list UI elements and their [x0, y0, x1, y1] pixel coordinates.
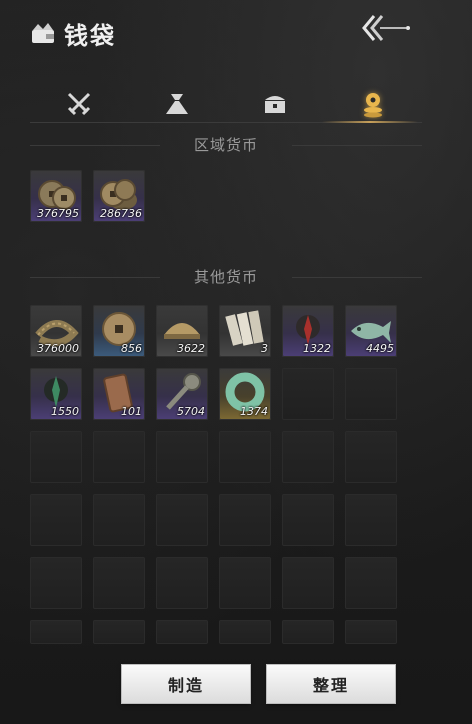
empty-slot[interactable]	[345, 557, 397, 609]
currency-slot[interactable]: 856	[93, 305, 145, 357]
currency-slot[interactable]: 1322	[282, 305, 334, 357]
empty-slot[interactable]	[30, 431, 82, 483]
currency-quantity: 5704	[177, 405, 205, 418]
empty-slot[interactable]	[282, 557, 334, 609]
empty-slot[interactable]	[345, 620, 397, 644]
tab-weapons[interactable]	[30, 86, 128, 122]
other-currency-grid: 376000 856 3622 3 1322 4495 1550 101 570…	[30, 305, 397, 644]
chest-icon	[265, 96, 285, 113]
currency-quantity: 856	[121, 342, 142, 355]
empty-slot[interactable]	[93, 557, 145, 609]
empty-slot[interactable]	[30, 557, 82, 609]
tab-bar	[30, 86, 422, 122]
currency-slot[interactable]: 286736	[93, 170, 145, 222]
empty-slot[interactable]	[156, 557, 208, 609]
empty-slot[interactable]	[282, 494, 334, 546]
empty-slot[interactable]	[219, 557, 271, 609]
currency-slot[interactable]: 1550	[30, 368, 82, 420]
currency-slot[interactable]: 101	[93, 368, 145, 420]
empty-slot[interactable]	[30, 494, 82, 546]
empty-slot[interactable]	[219, 620, 271, 644]
currency-quantity: 286736	[100, 207, 142, 220]
coin-stack-icon	[364, 93, 382, 118]
currency-quantity: 376000	[37, 342, 79, 355]
empty-slot[interactable]	[282, 368, 334, 420]
currency-slot[interactable]: 376795	[30, 170, 82, 222]
section-title-other: 其他货币	[30, 266, 422, 287]
empty-slot[interactable]	[219, 494, 271, 546]
craft-button[interactable]: 制造	[122, 665, 250, 703]
empty-slot[interactable]	[156, 431, 208, 483]
empty-slot[interactable]	[93, 494, 145, 546]
organize-button[interactable]: 整理	[267, 665, 395, 703]
empty-slot[interactable]	[30, 620, 82, 644]
currency-quantity: 4495	[366, 342, 394, 355]
empty-slot[interactable]	[345, 431, 397, 483]
currency-slot[interactable]: 4495	[345, 305, 397, 357]
currency-slot[interactable]: 3	[219, 305, 271, 357]
currency-slot[interactable]: 3622	[156, 305, 208, 357]
currency-quantity: 1550	[51, 405, 79, 418]
empty-slot[interactable]	[156, 494, 208, 546]
empty-slot[interactable]	[93, 431, 145, 483]
empty-slot[interactable]	[282, 620, 334, 644]
currency-quantity: 101	[121, 405, 142, 418]
currency-quantity: 3	[261, 342, 268, 355]
section-title-regional: 区域货币	[30, 134, 422, 155]
currency-slot[interactable]: 1374	[219, 368, 271, 420]
currency-quantity: 3622	[177, 342, 205, 355]
currency-quantity: 1374	[240, 405, 268, 418]
back-button[interactable]	[360, 10, 416, 46]
tab-chest[interactable]	[226, 86, 324, 122]
empty-slot[interactable]	[219, 431, 271, 483]
currency-slot[interactable]: 5704	[156, 368, 208, 420]
back-arrow-icon	[362, 15, 410, 41]
wallet-icon	[32, 23, 54, 43]
currency-quantity: 1322	[303, 342, 331, 355]
empty-slot[interactable]	[156, 620, 208, 644]
currency-slot[interactable]: 376000	[30, 305, 82, 357]
empty-slot[interactable]	[93, 620, 145, 644]
tab-pouch[interactable]	[128, 86, 226, 122]
pouch-icon	[166, 94, 188, 114]
page-title: 钱袋	[64, 21, 116, 50]
tab-currency[interactable]	[324, 86, 422, 122]
regional-currency-grid: 376795 286736	[30, 170, 397, 222]
empty-slot[interactable]	[345, 494, 397, 546]
currency-quantity: 376795	[37, 207, 79, 220]
crossed-swords-icon	[67, 92, 91, 116]
header: 钱袋	[30, 16, 116, 50]
empty-slot[interactable]	[345, 368, 397, 420]
empty-slot[interactable]	[282, 431, 334, 483]
active-tab-indicator	[322, 121, 418, 123]
